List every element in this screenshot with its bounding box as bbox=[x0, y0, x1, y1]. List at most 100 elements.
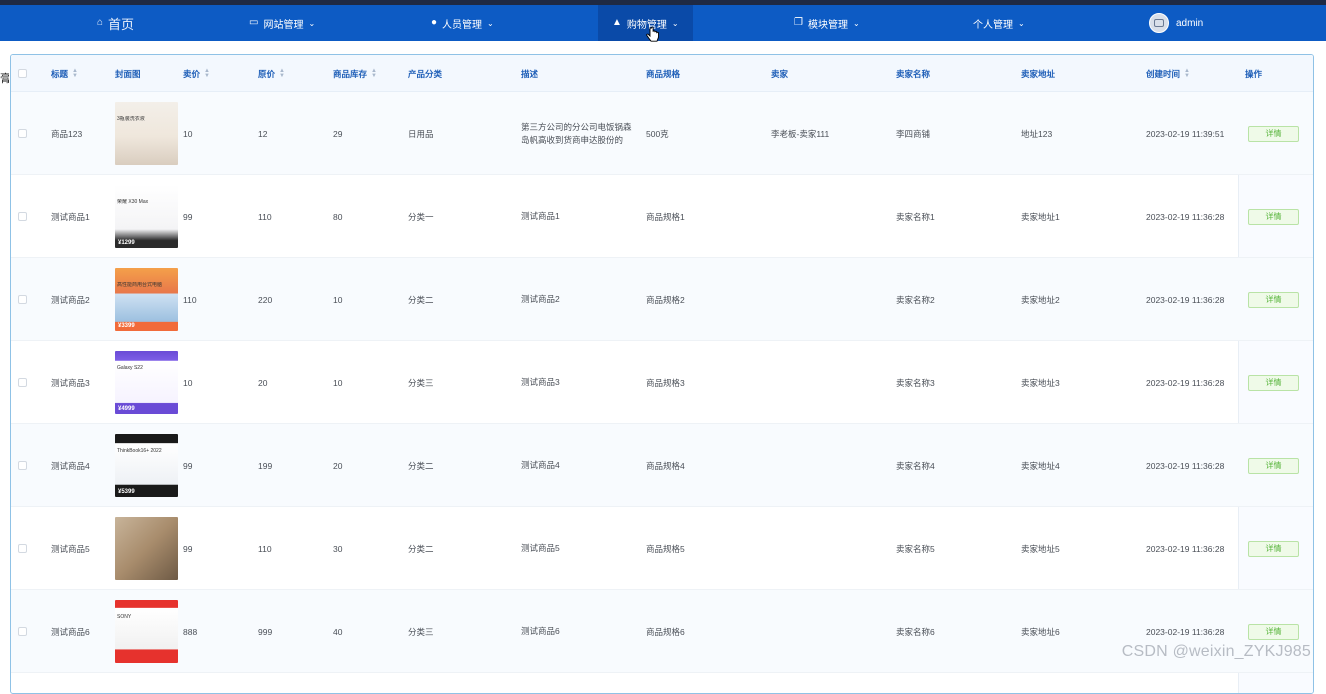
watermark: CSDN @weixin_ZYKJ985 bbox=[1121, 643, 1311, 660]
product-thumbnail[interactable]: SONY bbox=[115, 600, 178, 663]
col-price[interactable]: 卖价 ▲ ▼ bbox=[183, 55, 210, 92]
actions-cell: 详情 bbox=[1248, 92, 1299, 175]
row-select-cell[interactable] bbox=[18, 424, 27, 507]
col-seller: 卖家 bbox=[771, 68, 789, 79]
cell-category: 分类三 bbox=[408, 626, 434, 637]
cover-cell: Galaxy S22 ¥4999 bbox=[115, 341, 178, 424]
cell-category: 分类二 bbox=[408, 294, 434, 305]
row-checkbox[interactable] bbox=[18, 212, 27, 221]
sort-icon[interactable]: ▲ ▼ bbox=[72, 68, 78, 79]
row-select-cell[interactable] bbox=[18, 507, 27, 590]
cell-title: 测试商品6 bbox=[51, 626, 90, 637]
thumbnail-price: ¥3399 bbox=[118, 323, 135, 329]
table-row[interactable]: 测试商品5 99 110 30 分类二 测试商品5 商品规格5 卖家名称5 卖家地址5 2023-… bbox=[11, 507, 1313, 590]
col-cover: 封面图 bbox=[115, 68, 141, 79]
row-checkbox[interactable] bbox=[18, 378, 27, 387]
cell-created: 2023-02-19 11:36:28 bbox=[1146, 294, 1225, 305]
nav-home[interactable]: ⌂ 首页 bbox=[97, 5, 134, 41]
cell-seller-name: 卖家名称5 bbox=[896, 543, 935, 554]
detail-button[interactable]: 详情 bbox=[1248, 623, 1299, 640]
cell-stock: 10 bbox=[333, 377, 343, 388]
row-select-cell[interactable] bbox=[18, 92, 27, 175]
cell-created: 2023-02-19 11:39:51 bbox=[1146, 128, 1225, 139]
col-created[interactable]: 创建时间 ▲ ▼ bbox=[1146, 55, 1190, 92]
table-row[interactable]: 荣耀 X30 Max ¥1299 测试商品1 99 110 80 分类一 测试商品1 商品规格1… bbox=[11, 175, 1313, 258]
cell-orig: 999 bbox=[258, 626, 273, 637]
hand-cursor-icon bbox=[646, 26, 659, 42]
cover-cell: 荣耀 X30 Max ¥1299 bbox=[115, 175, 178, 258]
detail-button[interactable]: 详情 bbox=[1248, 540, 1299, 557]
table-row[interactable]: ThinkBook16+ 2022 ¥5399 测试商品4 99 199 20 分类二 测试商… bbox=[11, 424, 1313, 507]
row-checkbox[interactable] bbox=[18, 461, 27, 470]
row-checkbox[interactable] bbox=[18, 544, 27, 553]
actions-cell: 详情 bbox=[1248, 175, 1299, 258]
copy-icon: ❐ bbox=[794, 17, 803, 28]
row-select-cell[interactable] bbox=[18, 341, 27, 424]
chevron-down-icon: ⌄ bbox=[308, 18, 316, 28]
cell-desc: 第三方公司的分公司电饭锅森岛帆高收到货商申达股份的 bbox=[521, 121, 632, 145]
row-select-cell[interactable] bbox=[18, 590, 27, 673]
cell-orig: 110 bbox=[258, 211, 272, 222]
row-checkbox[interactable] bbox=[18, 627, 27, 636]
cell-created: 2023-02-19 11:36:28 bbox=[1146, 211, 1225, 222]
cell-seller-name: 卖家名称6 bbox=[896, 626, 935, 637]
cell-desc: 测试商品6 bbox=[521, 626, 560, 636]
cell-category: 分类二 bbox=[408, 460, 434, 471]
nav-label: 模块管理 bbox=[807, 19, 848, 31]
cell-spec: 500克 bbox=[646, 128, 669, 139]
table-row[interactable]: 3瓶装洗衣液 商品123 10 12 29 日用品 第三方公司的分公司电饭锅森岛帆高收到货商… bbox=[11, 92, 1313, 175]
sort-icon[interactable]: ▲ ▼ bbox=[279, 68, 285, 79]
cell-address: 卖家地址5 bbox=[1021, 543, 1060, 554]
row-checkbox[interactable] bbox=[18, 129, 27, 138]
col-desc: 描述 bbox=[521, 68, 539, 79]
row-checkbox[interactable] bbox=[18, 295, 27, 304]
thumbnail-caption: 荣耀 X30 Max bbox=[117, 199, 149, 205]
thumbnail-caption: 高性能商用台式电脑 bbox=[117, 282, 163, 288]
detail-button[interactable]: 详情 bbox=[1248, 457, 1299, 474]
cell-seller: 李老板-卖家111 bbox=[771, 128, 830, 139]
row-select-cell[interactable] bbox=[18, 175, 27, 258]
detail-button[interactable]: 详情 bbox=[1248, 125, 1299, 142]
thumbnail-price: ¥4999 bbox=[118, 406, 135, 412]
product-thumbnail[interactable]: Galaxy S22 ¥4999 bbox=[115, 351, 178, 414]
cover-cell bbox=[115, 507, 178, 590]
sort-icon[interactable]: ▲ ▼ bbox=[1184, 68, 1190, 79]
col-title[interactable]: 标题 ▲ ▼ bbox=[51, 55, 78, 92]
top-navbar: ⌂ 首页 ▭ 网站管理 ⌄ ● 人员管理 ⌄ ▲ 购物管理 ⌄ ❐ 模块管理 ⌄… bbox=[0, 0, 1326, 41]
select-all-cell[interactable] bbox=[18, 55, 27, 92]
product-thumbnail[interactable]: ThinkBook16+ 2022 ¥5399 bbox=[115, 434, 178, 497]
table-row[interactable]: SONY 测试商品6 888 999 40 分类三 测试商品6 商品规格6 卖家名称6 卖家地址6… bbox=[11, 590, 1313, 673]
user-icon: ● bbox=[431, 17, 438, 28]
select-all-checkbox[interactable] bbox=[18, 69, 27, 78]
product-thumbnail[interactable] bbox=[115, 517, 178, 580]
cell-price: 99 bbox=[183, 460, 193, 471]
detail-button[interactable]: 详情 bbox=[1248, 374, 1299, 391]
product-thumbnail[interactable]: 荣耀 X30 Max ¥1299 bbox=[115, 185, 178, 248]
chevron-down-icon: ⌄ bbox=[487, 18, 494, 28]
cell-category: 分类一 bbox=[408, 211, 434, 222]
detail-button[interactable]: 详情 bbox=[1248, 291, 1299, 308]
detail-button[interactable]: 详情 bbox=[1248, 208, 1299, 225]
nav-module-manage[interactable]: ❐ 模块管理 ⌄ bbox=[794, 5, 860, 41]
col-seller-name: 卖家名称 bbox=[896, 68, 931, 79]
user-menu[interactable]: admin bbox=[1149, 5, 1203, 41]
nav-label: 人员管理 bbox=[442, 19, 483, 31]
col-orig-price[interactable]: 原价 ▲ ▼ bbox=[258, 55, 285, 92]
product-table: 标题 ▲ ▼ 封面图 卖价 ▲ ▼ 原价 ▲ ▼ 商品库存 ▲ ▼ 产品分类 描述 商品规格 卖… bbox=[10, 54, 1314, 694]
table-row[interactable]: 高性能商用台式电脑 ¥3399 测试商品2 110 220 10 分类二 测试商品2 商品规格2… bbox=[11, 258, 1313, 341]
product-thumbnail[interactable]: 3瓶装洗衣液 bbox=[115, 102, 178, 165]
nav-user-manage[interactable]: ● 人员管理 ⌄ bbox=[431, 5, 494, 41]
col-seller-address: 卖家地址 bbox=[1021, 68, 1056, 79]
cell-price: 99 bbox=[183, 543, 193, 554]
col-stock[interactable]: 商品库存 ▲ ▼ bbox=[333, 55, 377, 92]
nav-personal-manage[interactable]: 个人管理 ⌄ bbox=[973, 5, 1025, 41]
thumbnail-caption: Galaxy S22 bbox=[117, 365, 143, 371]
table-row[interactable]: Galaxy S22 ¥4999 测试商品3 10 20 10 分类三 测试商品3 商品规格3 卖… bbox=[11, 341, 1313, 424]
cell-spec: 商品规格5 bbox=[646, 543, 685, 554]
cover-cell: 3瓶装洗衣液 bbox=[115, 92, 178, 175]
product-thumbnail[interactable]: 高性能商用台式电脑 ¥3399 bbox=[115, 268, 178, 331]
row-select-cell[interactable] bbox=[18, 258, 27, 341]
nav-website-manage[interactable]: ▭ 网站管理 ⌄ bbox=[249, 5, 315, 41]
sort-icon[interactable]: ▲ ▼ bbox=[204, 68, 210, 79]
sort-icon[interactable]: ▲ ▼ bbox=[371, 68, 377, 79]
